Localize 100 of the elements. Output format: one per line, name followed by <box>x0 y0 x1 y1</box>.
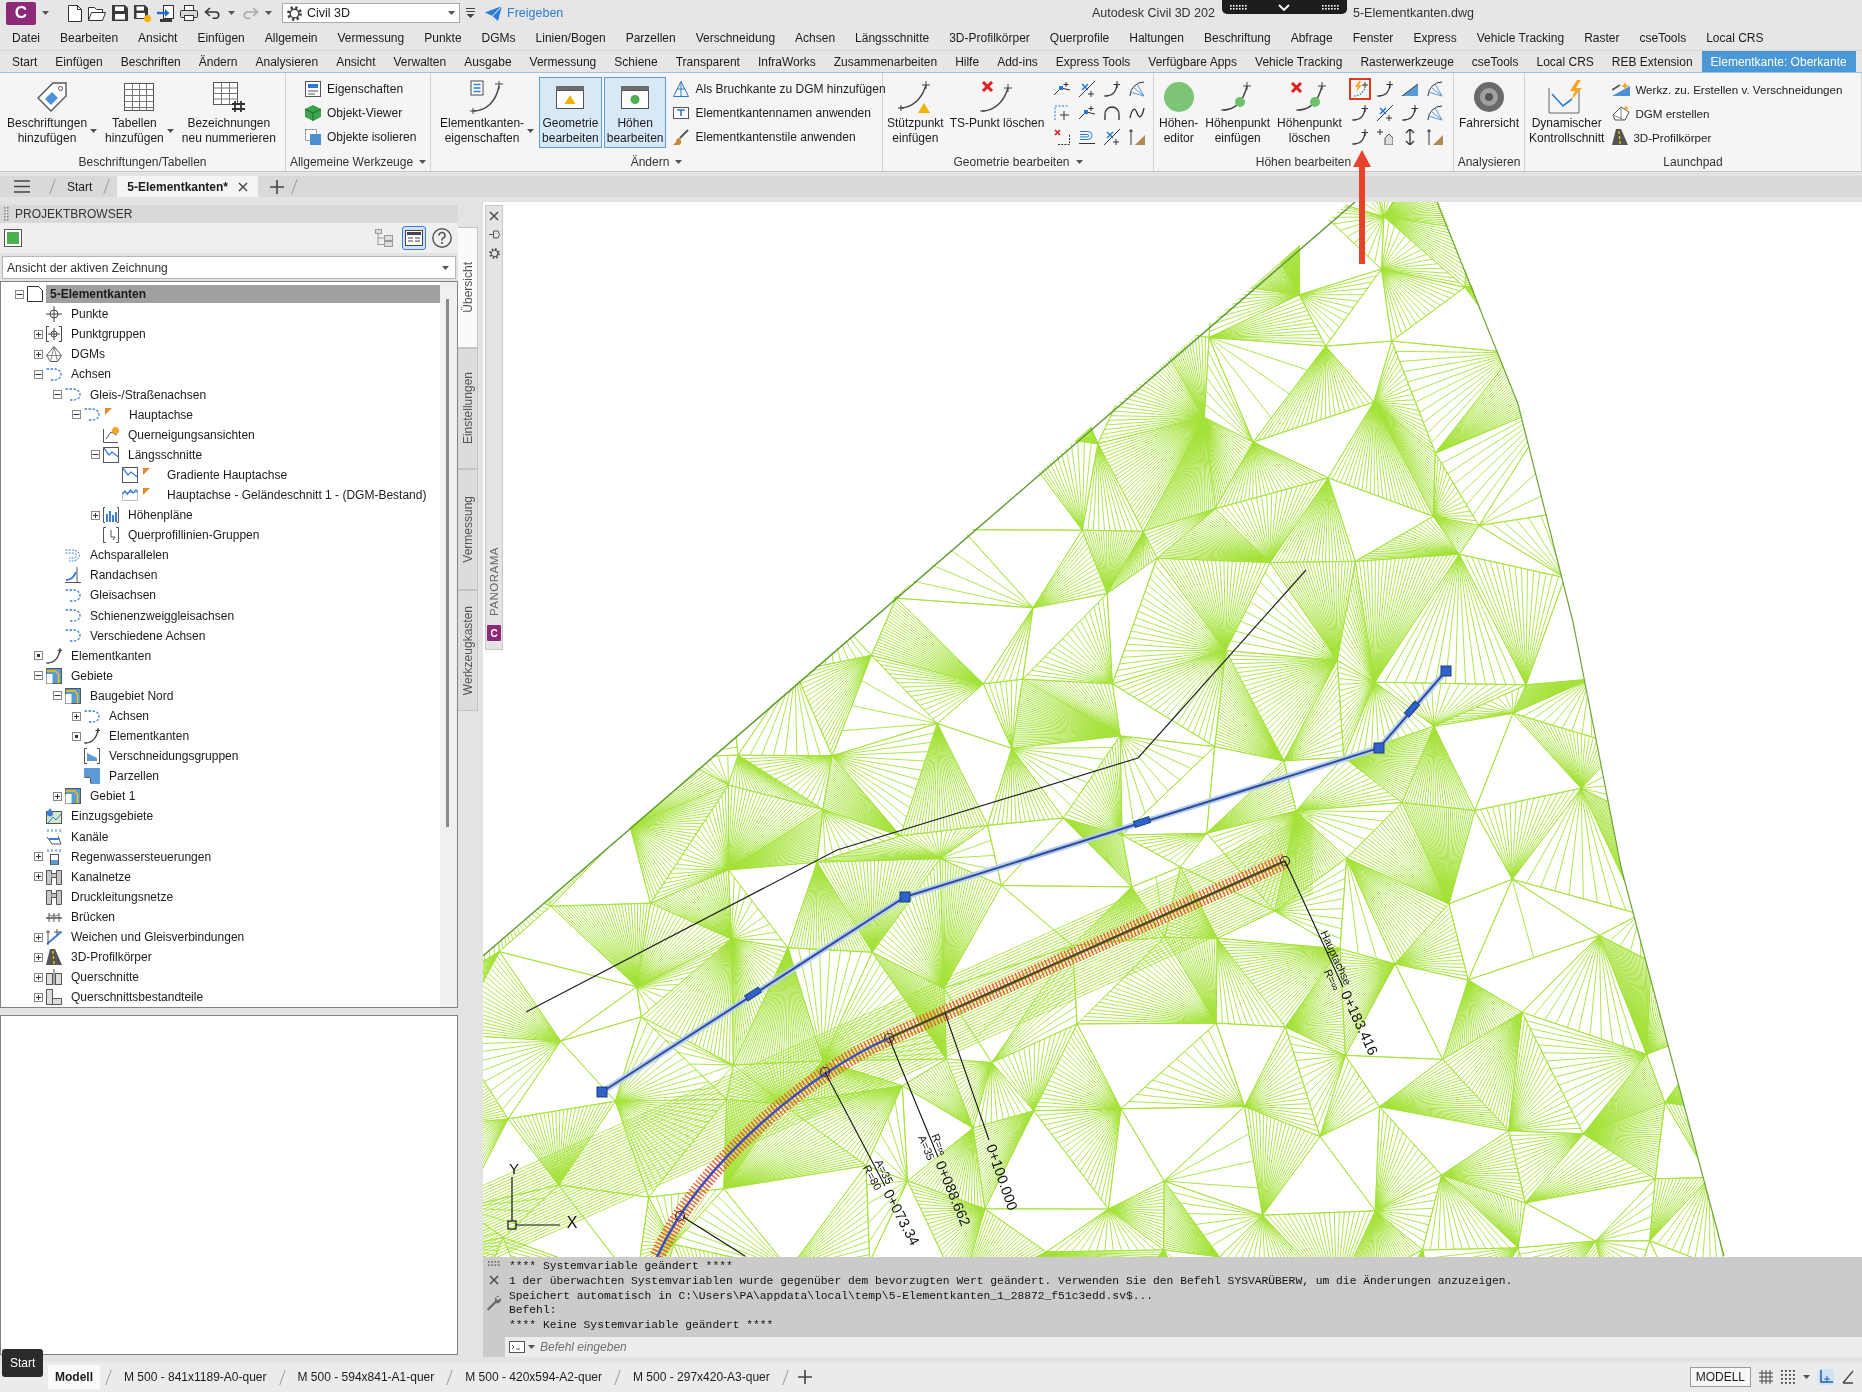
ribbon-tab[interactable]: Zusammenarbeiten <box>824 51 947 72</box>
crossed-line-icon[interactable] <box>1377 105 1394 121</box>
tree-item[interactable]: Punktgruppen <box>69 325 148 344</box>
slope-node-icon[interactable] <box>1427 129 1444 145</box>
caret-icon[interactable] <box>675 160 683 164</box>
printer-icon[interactable] <box>180 5 198 21</box>
customize-icon[interactable] <box>466 8 475 18</box>
tree-item[interactable]: Gradiente Hauptachse <box>165 465 290 484</box>
menu-item[interactable]: Datei <box>0 31 50 45</box>
tree-item[interactable]: Schienenzweiggleisachsen <box>88 606 237 625</box>
curve-node-icon[interactable] <box>1352 105 1369 121</box>
caret-icon[interactable] <box>1075 160 1083 164</box>
tree-item[interactable]: Querschnittsbestandteile <box>69 988 206 1007</box>
layout-tab[interactable]: Modell <box>48 1365 100 1389</box>
ribbon-tab[interactable]: Start <box>3 51 47 72</box>
grip-handle[interactable] <box>1132 816 1152 828</box>
menu-item[interactable]: Vehicle Tracking <box>1466 31 1575 45</box>
ribbon-button[interactable]: Bezeichnungen neu nummerieren <box>178 77 279 148</box>
tree-item[interactable]: Längsschnitte <box>126 445 205 464</box>
close-icon[interactable] <box>489 1275 499 1285</box>
tree-item[interactable]: Druckleitungsnetze <box>69 887 176 906</box>
model-space-button[interactable]: MODELL <box>1689 1367 1751 1387</box>
collapse-toggle[interactable] <box>53 691 62 701</box>
floating-toolbar[interactable] <box>1222 0 1347 14</box>
vertical-arrow-icon[interactable] <box>1405 129 1416 145</box>
menu-item[interactable]: Raster <box>1574 31 1630 45</box>
tree-item[interactable]: Kanalnetze <box>69 867 134 886</box>
snap-icon[interactable] <box>1781 1370 1795 1384</box>
menu-item[interactable]: Einfügen <box>187 31 255 45</box>
ribbon-button[interactable]: Objekt-Viewer <box>302 101 420 125</box>
ribbon-button[interactable]: Tabellen hinzufügen <box>102 77 177 148</box>
share-link[interactable]: Freigeben <box>485 5 564 21</box>
expand-toggle[interactable] <box>34 932 43 942</box>
crossed-line-icon[interactable] <box>1103 129 1120 145</box>
menu-icon[interactable] <box>14 180 30 193</box>
terminal-icon[interactable] <box>509 1341 525 1353</box>
tree-item[interactable]: Querprofillinien-Gruppen <box>126 526 262 545</box>
tree-item[interactable]: Gleisachsen <box>88 586 159 605</box>
expand-toggle[interactable] <box>34 329 43 339</box>
help-icon[interactable] <box>432 228 452 248</box>
expand-toggle[interactable] <box>34 852 43 862</box>
workspace-dropdown[interactable]: Civil 3D <box>282 3 460 23</box>
ribbon-tab[interactable]: Vehicle Tracking <box>1246 51 1352 72</box>
curve-node-icon[interactable] <box>1402 105 1419 121</box>
ribbon-button[interactable]: Höhenpunkt einfügen <box>1202 77 1274 148</box>
export-icon[interactable] <box>157 4 174 22</box>
ortho-icon[interactable] <box>1818 1369 1834 1385</box>
menu-item[interactable]: cseTools <box>1629 31 1697 45</box>
tree-item[interactable]: Querneigungsansichten <box>126 425 257 444</box>
ribbon-button[interactable]: Höhen- editor <box>1156 77 1202 148</box>
house-node-icon[interactable] <box>1377 129 1394 145</box>
menu-item[interactable]: Fenster <box>1342 31 1404 45</box>
expand-toggle[interactable] <box>34 651 43 661</box>
ribbon-tab[interactable]: Ausgabe <box>455 51 521 72</box>
grip-handle[interactable] <box>596 1086 608 1098</box>
arc-fan-icon[interactable] <box>1427 81 1444 97</box>
arc-fan-icon[interactable] <box>1427 105 1444 121</box>
tree-item[interactable]: Randachsen <box>88 566 160 585</box>
expand-toggle[interactable] <box>34 349 43 359</box>
expand-toggle[interactable] <box>34 992 43 1002</box>
tree-item[interactable]: Achsen <box>69 365 114 384</box>
expand-toggle[interactable] <box>91 510 100 520</box>
slope-node-icon[interactable] <box>1128 129 1145 145</box>
plus-icon[interactable] <box>270 179 285 194</box>
side-tab[interactable]: Übersicht <box>458 227 478 348</box>
wrench-icon[interactable] <box>486 1294 502 1311</box>
ribbon-tab[interactable]: Einfügen <box>46 51 112 72</box>
menu-item[interactable]: Allgemein <box>254 31 328 45</box>
tree-item[interactable]: Einzugsgebiete <box>69 807 156 826</box>
side-tab[interactable]: Vermessung <box>458 469 478 590</box>
grid-icon[interactable] <box>1759 1370 1773 1384</box>
parallel-lines-icon[interactable] <box>1078 129 1095 145</box>
grip-handle[interactable] <box>1373 742 1385 754</box>
menu-item[interactable]: Vermessung <box>327 31 415 45</box>
collapse-toggle[interactable] <box>15 289 24 299</box>
expand-toggle[interactable] <box>72 731 81 741</box>
ribbon-button[interactable]: Dynamischer Kontrollschnitt <box>1526 77 1608 148</box>
menu-item[interactable]: Ansicht <box>128 31 188 45</box>
lightning-curve-icon[interactable] <box>1349 78 1372 100</box>
ribbon-tab[interactable]: Analysieren <box>246 51 328 72</box>
layout-tab[interactable]: M 500 - 594x841-A1-quer <box>290 1365 442 1389</box>
caret-icon[interactable] <box>528 1345 535 1349</box>
slope-fill-icon[interactable] <box>1402 82 1419 96</box>
ribbon-button[interactable]: Höhenpunkt löschen <box>1274 77 1345 148</box>
arc-fan-icon[interactable] <box>1128 81 1145 97</box>
menu-item[interactable]: Local CRS <box>1696 31 1774 45</box>
ribbon-button[interactable]: TS-Punkt löschen <box>946 77 1048 148</box>
expand-toggle[interactable] <box>34 972 43 982</box>
ribbon-button[interactable]: Fahrersicht <box>1456 77 1522 148</box>
tree-item[interactable]: Weichen und Gleisverbindungen <box>69 928 247 947</box>
ribbon-tab[interactable]: Verwalten <box>384 51 456 72</box>
expand-toggle[interactable] <box>72 711 81 721</box>
new-file-icon[interactable] <box>68 4 82 22</box>
caret-icon[interactable] <box>419 160 427 164</box>
tree-item[interactable]: Hauptachse <box>127 405 196 424</box>
ribbon-tab[interactable]: Ändern <box>189 51 247 72</box>
crossed-line-icon[interactable] <box>1078 81 1095 97</box>
view-button[interactable] <box>402 226 426 250</box>
pin-icon[interactable] <box>488 230 500 239</box>
tree-item[interactable]: Kanäle <box>69 827 111 846</box>
